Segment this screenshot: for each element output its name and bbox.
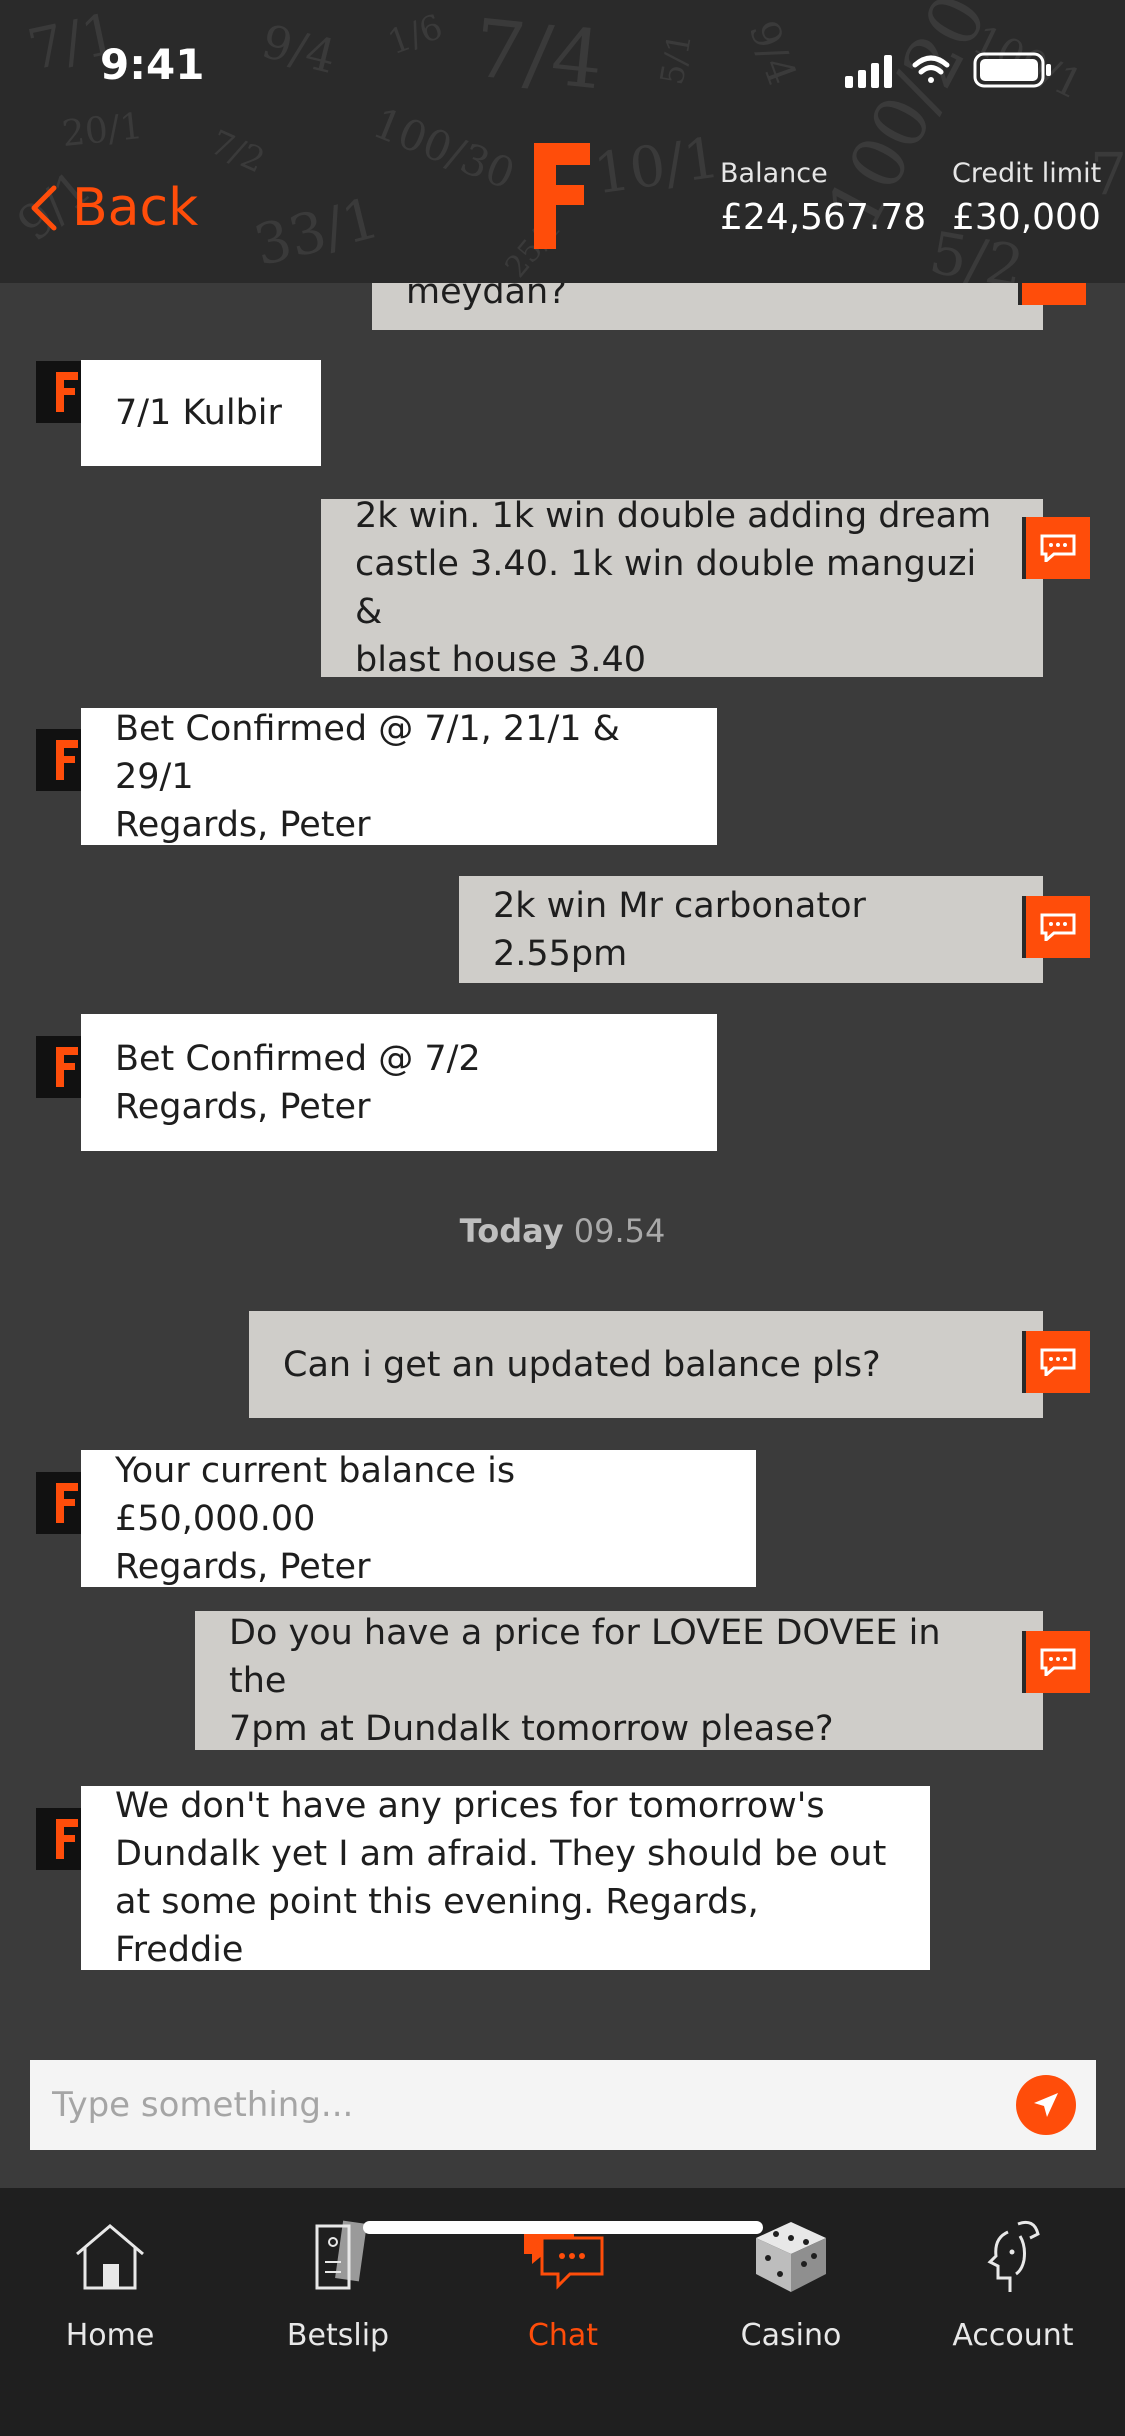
chat-thread[interactable]: What price manguzi 3.00 meydan? 7/1 Kulb… [0,283,1125,2188]
credit-limit-label: Credit limit [952,158,1102,189]
tab-casino[interactable]: Casino [691,2216,891,2353]
tab-account[interactable]: Account [913,2216,1113,2353]
chat-message-incoming: 7/1 Kulbir [81,360,321,466]
date-separator: Today 09.54 [459,1212,666,1250]
tab-home[interactable]: Home [10,2216,210,2353]
chat-message-outgoing: What price manguzi 3.00 meydan? [372,283,1043,330]
chat-message-outgoing: Can i get an updated balance pls? [249,1311,1043,1418]
chat-bubble-icon [1026,1631,1090,1693]
chat-message-incoming: Your current balance is £50,000.00 Regar… [81,1450,756,1587]
credit-block: Credit limit £30,000 [952,158,1101,238]
balance-block: Balance £24,567.78 [720,158,926,238]
chat-message-incoming: We don't have any prices for tomorrow's … [81,1786,930,1970]
tab-betslip[interactable]: Betslip [238,2216,438,2353]
balance-label: Balance [720,158,828,189]
balance-value: £24,567.78 [720,197,927,238]
chat-bubble-icon [1022,283,1086,305]
back-label: Back [72,178,199,238]
chat-bubble-icon [1026,517,1090,579]
chat-message-incoming: Bet Confirmed @ 7/1, 21/1 & 29/1 Regards… [81,708,717,845]
chat-message-outgoing: 2k win Mr carbonator 2.55pm [459,876,1043,983]
brand-logo [534,143,590,249]
battery-icon [973,52,1051,88]
chat-bubble-icon [1026,896,1090,958]
signal-icon [845,55,892,88]
back-button[interactable]: Back [28,178,198,238]
chat-message-incoming: Bet Confirmed @ 7/2 Regards, Peter [81,1014,717,1151]
message-composer [30,2060,1096,2150]
home-indicator [363,2221,763,2234]
chat-message-outgoing: Do you have a price for LOVEE DOVEE in t… [195,1611,1043,1750]
home-icon [76,2224,144,2290]
chat-bubble-icon [1026,1331,1090,1393]
send-icon [1034,2093,1058,2117]
status-icons [845,52,1051,88]
account-icon [987,2220,1040,2292]
send-button[interactable] [1016,2075,1076,2135]
message-input[interactable] [30,2060,990,2150]
chat-message-outgoing: 2k win. 1k win double adding dream castl… [321,496,1043,680]
chevron-left-icon [31,185,57,231]
wifi-icon [912,55,950,83]
tab-chat[interactable]: Chat [463,2216,663,2353]
top-header: 7/1 9/4 1/6 7/4 5/1 9/4 100/20 20/1 7/2 … [0,0,1125,283]
credit-limit-value: £30,000 [952,197,1101,238]
status-time: 9:41 [100,40,205,89]
